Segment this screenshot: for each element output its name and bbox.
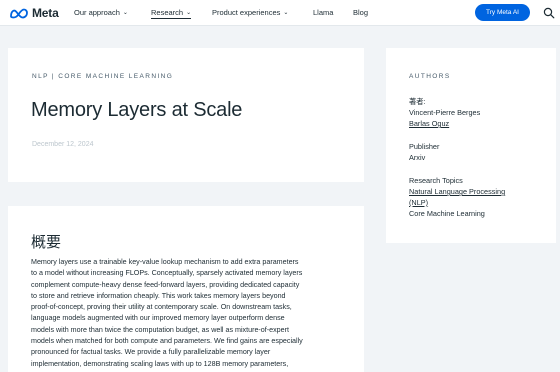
chevron-down-icon: ⌄ bbox=[186, 9, 192, 16]
research-area-eyebrow: NLP | CORE MACHINE LEARNING bbox=[32, 73, 174, 80]
publication-header-card: NLP | CORE MACHINE LEARNING Memory Layer… bbox=[8, 48, 364, 182]
nav-product-experiences-label: Product experiences bbox=[212, 8, 281, 17]
nav-product-experiences[interactable]: Product experiences ⌄ bbox=[212, 8, 288, 17]
abstract-line: models with more than twice the computat… bbox=[31, 325, 289, 334]
research-topics-label: Research Topics bbox=[409, 176, 463, 185]
nav-research-label: Research bbox=[151, 8, 184, 17]
abstract-line: implementation, demonstrating scaling la… bbox=[31, 359, 289, 368]
meta-logo[interactable]: Meta bbox=[9, 5, 59, 21]
publisher-value: Arxiv bbox=[409, 153, 426, 162]
try-meta-ai-button[interactable]: Try Meta AI bbox=[475, 4, 530, 21]
nav-blog-label: Blog bbox=[353, 8, 369, 17]
chevron-down-icon: ⌄ bbox=[122, 9, 128, 16]
abstract-line: language models augmented with our impro… bbox=[31, 314, 285, 323]
author-name: Vincent-Pierre Berges bbox=[409, 108, 481, 117]
topic-link-nlp[interactable]: Natural Language Processing bbox=[409, 186, 505, 197]
abstract-line: pronounced for factual tasks. We provide… bbox=[31, 348, 271, 357]
authors-prefix: 著者: bbox=[409, 97, 426, 106]
publication-date: December 12, 2024 bbox=[32, 141, 94, 148]
publisher-label: Publisher bbox=[409, 142, 440, 151]
nav-our-approach[interactable]: Our approach ⌄ bbox=[74, 8, 128, 17]
authors-sidebar-card: AUTHORS 著者: Vincent-Pierre Berges Barlas… bbox=[386, 48, 556, 243]
nav-llama[interactable]: Llama bbox=[313, 8, 333, 17]
abstract-line: complement compute-heavy dense feed-forw… bbox=[31, 280, 300, 289]
topic-core-ml: Core Machine Learning bbox=[409, 209, 485, 218]
abstract-heading: 概要 bbox=[31, 233, 62, 251]
chevron-down-icon: ⌄ bbox=[283, 9, 289, 16]
top-navigation: Meta Our approach ⌄ Research ⌄ Product e… bbox=[0, 0, 560, 26]
nav-blog[interactable]: Blog bbox=[353, 8, 368, 17]
search-icon[interactable] bbox=[543, 7, 555, 19]
abstract-line: Memory layers use a trainable key-value … bbox=[31, 258, 299, 266]
abstract-line: models when matched for both compute and… bbox=[31, 337, 303, 346]
page-title: Memory Layers at Scale bbox=[31, 99, 243, 121]
abstract-line: to store and retrieve information cheapl… bbox=[31, 291, 286, 300]
nav-llama-label: Llama bbox=[313, 8, 334, 17]
abstract-card: 概要 Memory layers use a trainable key-val… bbox=[8, 206, 364, 372]
abstract-line: proof-of-concept, proving their utility … bbox=[31, 303, 292, 312]
abstract-body: Memory layers use a trainable key-value … bbox=[31, 257, 349, 370]
author-link[interactable]: Barlas Oguz bbox=[409, 118, 449, 129]
authors-label: AUTHORS bbox=[409, 73, 451, 80]
topic-link-nlp-abbr[interactable]: (NLP) bbox=[409, 197, 428, 208]
nav-our-approach-label: Our approach bbox=[74, 8, 120, 17]
abstract-line: to a model without increasing FLOPs. Con… bbox=[31, 269, 303, 278]
meta-infinity-icon bbox=[10, 8, 28, 18]
nav-research[interactable]: Research ⌄ bbox=[151, 8, 192, 19]
logo-text: Meta bbox=[32, 6, 59, 20]
